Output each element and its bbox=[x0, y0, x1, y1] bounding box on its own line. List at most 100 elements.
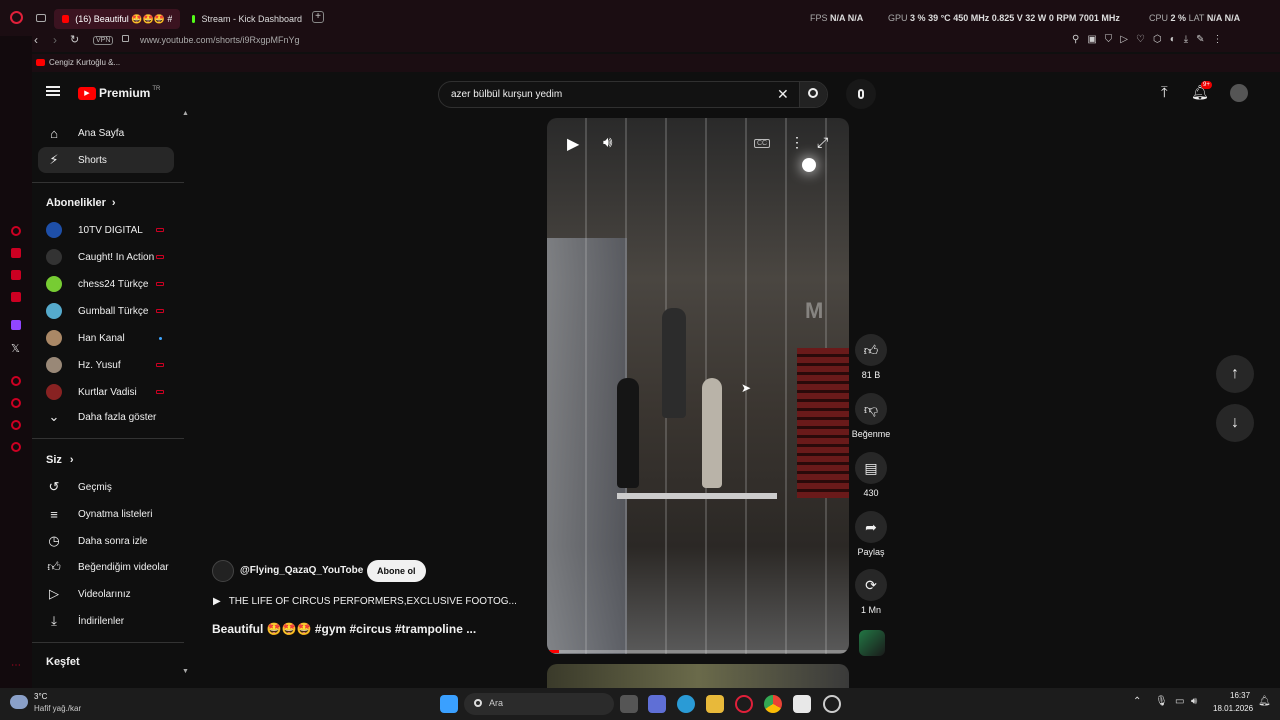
sound-thumbnail[interactable] bbox=[859, 630, 885, 656]
opera-logo-icon[interactable] bbox=[10, 11, 23, 24]
next-short-button[interactable]: ↓ bbox=[1216, 404, 1254, 442]
opera-gx-icon[interactable] bbox=[735, 695, 753, 713]
nav-history[interactable]: ↺ Geçmiş bbox=[38, 474, 174, 500]
tab-overview-icon[interactable] bbox=[36, 14, 46, 22]
player-icon[interactable]: ▷ bbox=[1120, 34, 1128, 45]
start-button[interactable] bbox=[440, 695, 458, 713]
taskbar-search[interactable]: Ara bbox=[464, 693, 614, 715]
volume-icon[interactable]: 🔊︎ bbox=[603, 134, 612, 151]
tab-kick[interactable]: Stream - Kick Dashboard bbox=[184, 9, 310, 29]
channel-name[interactable]: @Flying_QazaQ_YouTobe bbox=[240, 565, 363, 576]
task-view-icon[interactable] bbox=[620, 695, 638, 713]
channel-avatar[interactable] bbox=[212, 560, 234, 582]
settings-icon[interactable] bbox=[11, 442, 21, 452]
subscription-item[interactable]: 10TV DIGITAL bbox=[38, 217, 174, 243]
nav-home[interactable]: ⌂ Ana Sayfa bbox=[38, 120, 174, 146]
store-icon[interactable] bbox=[793, 695, 811, 713]
playlist-link[interactable]: ▶ THE LIFE OF CIRCUS PERFORMERS,EXCLUSIV… bbox=[213, 596, 517, 607]
subscription-item[interactable]: chess24 Türkçe bbox=[38, 271, 174, 297]
app-icon[interactable] bbox=[823, 695, 841, 713]
nav-downloads[interactable]: ⤓ İndirilenler bbox=[38, 608, 174, 634]
nav-liked[interactable]: 👍︎ Beğendiğim videolar bbox=[38, 554, 174, 580]
subscription-item[interactable]: Hz. Yusuf bbox=[38, 352, 174, 378]
volume-tray-icon[interactable]: 🔊︎ bbox=[1191, 696, 1197, 707]
dislike-button[interactable]: 👎︎ Beğenme bbox=[850, 393, 892, 439]
network-icon[interactable]: ▭ bbox=[1175, 696, 1184, 707]
fullscreen-icon[interactable]: ⤢ bbox=[817, 134, 828, 151]
search-button[interactable] bbox=[799, 82, 827, 107]
pin-icon[interactable]: ⚲ bbox=[1072, 34, 1079, 45]
subscription-item[interactable]: Han Kanal bbox=[38, 325, 174, 351]
subscription-item[interactable]: Caught! In Action bbox=[38, 244, 174, 270]
url-field[interactable]: www.youtube.com/shorts/i9RxgpMFnYg bbox=[140, 35, 300, 45]
play-icon[interactable]: ▶ bbox=[567, 134, 579, 154]
clock-time[interactable]: 16:37 bbox=[1230, 691, 1250, 700]
profile-icon[interactable]: ◐ bbox=[1170, 34, 1176, 45]
back-icon[interactable]: ‹ bbox=[34, 33, 38, 47]
sidebar-icon-6[interactable] bbox=[11, 420, 21, 430]
hamburger-menu-icon[interactable] bbox=[46, 86, 60, 96]
search-box[interactable]: azer bülbül kurşun yedim ✕ bbox=[438, 81, 828, 108]
lock-icon[interactable] bbox=[122, 35, 129, 42]
notification-center-icon[interactable]: 🔔︎ bbox=[1258, 696, 1271, 707]
sidebar-icon-4[interactable] bbox=[11, 292, 21, 302]
chrome-icon[interactable] bbox=[764, 695, 782, 713]
clock-date[interactable]: 18.01.2026 bbox=[1213, 704, 1253, 713]
captions-icon[interactable]: CC bbox=[754, 139, 771, 148]
menu-icon[interactable]: ⋮ bbox=[1213, 34, 1223, 45]
vpn-badge[interactable]: VPN bbox=[93, 36, 114, 45]
edge-icon[interactable] bbox=[677, 695, 695, 713]
nav-watch-later[interactable]: ◷ Daha sonra izle bbox=[38, 528, 174, 554]
nav-scroll-up-icon[interactable]: ▲ bbox=[182, 110, 189, 117]
shield-icon[interactable]: ⛉ bbox=[1105, 34, 1113, 45]
sidebar-icon-5[interactable] bbox=[11, 376, 21, 386]
subscription-item[interactable]: Kurtlar Vadisi bbox=[38, 379, 174, 405]
nav-playlists[interactable]: ≡ Oynatma listeleri bbox=[38, 501, 174, 527]
short-video-player[interactable]: M ▶ 🔊︎ CC ⋮ ⤢ bbox=[547, 118, 849, 654]
sidebar-icon-3[interactable] bbox=[11, 270, 21, 280]
tray-chevron-icon[interactable]: ⌃ bbox=[1133, 696, 1141, 707]
new-tab-button[interactable]: + bbox=[312, 11, 324, 23]
comments-button[interactable]: ▤ 430 bbox=[850, 452, 892, 498]
tab-youtube[interactable]: (16) Beautiful 🤩🤩🤩 #gy bbox=[54, 9, 180, 29]
previous-short-button[interactable]: ↑ bbox=[1216, 355, 1254, 393]
clear-search-icon[interactable]: ✕ bbox=[777, 86, 789, 103]
share-button[interactable]: ➦ Paylaş bbox=[850, 511, 892, 557]
download-icon[interactable]: ⤓ bbox=[1184, 34, 1188, 45]
you-title[interactable]: Siz › bbox=[46, 454, 74, 466]
voice-search-button[interactable] bbox=[846, 79, 876, 109]
reload-icon[interactable]: ↻ bbox=[70, 33, 79, 46]
x-icon[interactable]: 𝕏 bbox=[11, 342, 20, 355]
subscribe-button[interactable]: Abone ol bbox=[367, 560, 426, 582]
extensions-icon[interactable]: ⬡ bbox=[1153, 34, 1162, 45]
history-icon[interactable] bbox=[11, 398, 21, 408]
more-icon[interactable]: ⋯ bbox=[11, 660, 21, 671]
subscriptions-title[interactable]: Abonelikler › bbox=[46, 197, 116, 209]
show-more-button[interactable]: ⌄ Daha fazla göster bbox=[38, 404, 174, 430]
avatar[interactable] bbox=[1230, 84, 1248, 102]
remix-button[interactable]: ⟳ 1 Mn bbox=[850, 569, 892, 615]
heart-icon[interactable]: ♡ bbox=[1136, 34, 1145, 45]
twitch-icon[interactable] bbox=[11, 320, 21, 330]
subscription-item[interactable]: Gumball Türkçe bbox=[38, 298, 174, 324]
upload-icon[interactable]: ⤒ bbox=[1161, 84, 1168, 101]
sidebar-icon-2[interactable] bbox=[11, 248, 21, 258]
search-input[interactable]: azer bülbül kurşun yedim bbox=[451, 89, 562, 100]
progress-bar[interactable] bbox=[547, 650, 849, 653]
nav-shorts[interactable]: ⚡︎ Shorts bbox=[38, 147, 174, 173]
snapshot-icon[interactable]: ▣ bbox=[1087, 34, 1096, 45]
more-options-icon[interactable]: ⋮ bbox=[790, 134, 804, 151]
nav-your-videos[interactable]: ▷ Videolarınız bbox=[38, 581, 174, 607]
youtube-logo[interactable]: ▶ Premium TR bbox=[78, 86, 160, 100]
like-button[interactable]: 👍︎ 81 B bbox=[850, 334, 892, 380]
bookmark-item[interactable]: Cengiz Kurtoğlu &... bbox=[49, 58, 120, 67]
file-explorer-icon[interactable] bbox=[706, 695, 724, 713]
mic-tray-icon[interactable]: 🎙︎ bbox=[1155, 696, 1168, 707]
forward-icon[interactable]: › bbox=[53, 33, 57, 47]
sidebar-icon-1[interactable] bbox=[11, 226, 21, 236]
notifications-button[interactable]: 🔔︎ 9+ bbox=[1191, 81, 1212, 102]
next-short-preview[interactable] bbox=[547, 664, 849, 688]
widgets-icon[interactable] bbox=[648, 695, 666, 713]
nav-scroll-down-icon[interactable]: ▼ bbox=[182, 668, 189, 675]
ai-icon[interactable]: ✎ bbox=[1196, 34, 1204, 45]
